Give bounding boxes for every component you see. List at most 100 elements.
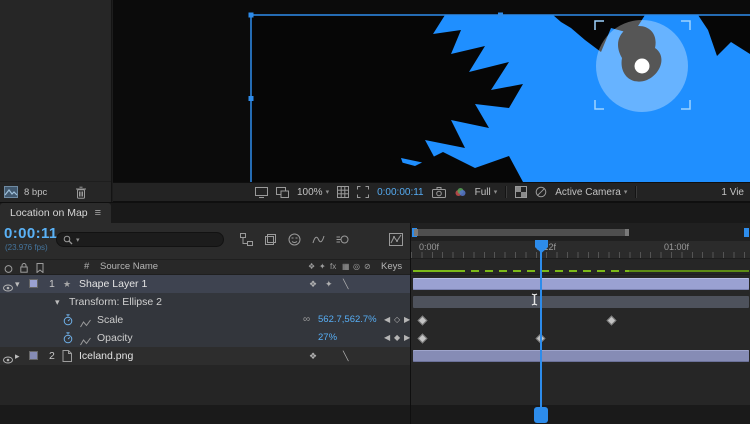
timeline-tab-bar: Location on Map ≡ [0, 203, 750, 223]
view-layout-value: 1 Vie [721, 187, 744, 198]
disclosure-triangle-icon[interactable]: ▾ [55, 293, 60, 311]
layer-duration-bar-iceland[interactable] [413, 350, 749, 362]
graph-editor-icon[interactable] [389, 233, 403, 246]
layer-duration-bar-shape-layer[interactable] [413, 278, 749, 290]
toolbar-divider [635, 186, 637, 198]
current-time-indicator-foot[interactable] [534, 407, 548, 423]
layer-name[interactable]: Shape Layer 1 [79, 275, 147, 293]
property-group-row[interactable]: ▾ Transform: Ellipse 2 [0, 293, 410, 311]
zoom-select[interactable]: 100% ▾ [297, 187, 329, 198]
add-keyframe-icon[interactable]: ◆ [394, 329, 400, 347]
disclosure-triangle-icon[interactable]: ▾ [15, 275, 20, 293]
chevron-down-icon: ▾ [76, 236, 80, 244]
current-time-indicator-line[interactable] [540, 251, 542, 407]
property-row-scale[interactable]: Scale ∞ 562.7,562.7% ◀ ◇ ▶ [0, 311, 410, 329]
collapse-transforms-icon[interactable]: ❖ [309, 347, 317, 365]
show-channels-icon[interactable] [454, 187, 467, 198]
layer-color-swatch[interactable] [29, 351, 38, 360]
track-header-strip [411, 259, 750, 275]
view-layout-select[interactable]: 1 Vie [721, 187, 744, 198]
layer-row-shape-layer-1[interactable]: ▾ 1 ★ Shape Layer 1 ❖ ✦ ╲ [0, 275, 410, 293]
opacity-value[interactable]: 27% [318, 329, 337, 347]
layer-number-column[interactable]: # [84, 260, 89, 274]
composition-viewport[interactable] [113, 0, 750, 182]
text-cursor-icon [530, 293, 539, 311]
panel-menu-icon[interactable]: ≡ [95, 207, 101, 219]
property-group-band [413, 296, 749, 308]
viewer-timecode[interactable]: 0:00:00:11 [377, 187, 424, 198]
timeline-column-headers: # Source Name ❖ ✦ fx ▦ ◎ ⊘ Keys [0, 259, 410, 275]
motion-blur-icon[interactable] [336, 233, 349, 246]
timeline-toolbar-icons [240, 233, 349, 246]
keyframe-opacity-1[interactable] [418, 334, 428, 344]
pixel-aspect-icon[interactable] [535, 186, 547, 198]
tab-title: Location on Map [10, 207, 88, 219]
resolution-select[interactable]: Full ▾ [475, 187, 498, 198]
link-dimensions-icon[interactable]: ∞ [303, 311, 310, 329]
composition-flowchart-icon[interactable] [240, 233, 253, 246]
preview-monitor-icon[interactable] [276, 187, 289, 198]
3d-column-icon[interactable]: ⊘ [364, 260, 371, 274]
chevron-down-icon: ▾ [624, 189, 628, 196]
work-area-end-handle[interactable] [625, 229, 629, 236]
preview-cache-dashed [457, 270, 629, 272]
region-of-interest-icon[interactable] [357, 186, 369, 198]
timeline-bottom-bar [0, 405, 410, 424]
pan-end-handle[interactable] [744, 228, 749, 237]
preview-cache-solid [413, 270, 457, 272]
fx-column-icon[interactable]: fx [330, 260, 336, 274]
search-input[interactable]: ▾ [56, 232, 224, 247]
quality-icon[interactable]: ✦ [325, 275, 333, 293]
layer-row-iceland[interactable]: ▸ 2 Iceland.png ❖ ╲ [0, 347, 410, 365]
trash-icon[interactable] [75, 186, 87, 199]
preview-cache-dim [629, 270, 749, 272]
property-row-opacity[interactable]: Opacity 27% ◀ ◆ ▶ [0, 329, 410, 347]
prev-keyframe-icon[interactable]: ◀ [384, 329, 390, 347]
main-monitor-icon[interactable] [255, 187, 268, 198]
search-icon [63, 235, 73, 245]
motion-blur-column-icon[interactable]: ◎ [353, 260, 360, 274]
current-time-display[interactable]: 0:00:11 [4, 225, 58, 242]
scale-value[interactable]: 562.7,562.7% [318, 311, 377, 329]
draft-3d-icon[interactable] [264, 233, 277, 246]
mask-column-icon[interactable]: ▦ [342, 260, 350, 274]
source-name-column[interactable]: Source Name [100, 260, 158, 274]
work-area-strip [411, 223, 750, 241]
timeline-controls: 0:00:11 (23.976 fps) ▾ [0, 223, 410, 259]
keyframe-scale-2[interactable] [607, 316, 617, 326]
keyframe-scale-1[interactable] [418, 316, 428, 326]
add-keyframe-icon[interactable]: ◇ [394, 311, 400, 329]
bit-depth-label[interactable]: 8 bpc [24, 187, 47, 198]
collapse-column-icon[interactable]: ❖ [308, 260, 315, 274]
project-thumbnail-icon[interactable] [4, 186, 18, 198]
property-group-label[interactable]: Transform: Ellipse 2 [69, 293, 162, 311]
grid-guides-icon[interactable] [337, 186, 349, 198]
fx-slash-icon[interactable]: ╲ [343, 347, 348, 365]
work-area-bar[interactable] [414, 229, 629, 236]
prev-keyframe-icon[interactable]: ◀ [384, 311, 390, 329]
snapshot-camera-icon[interactable] [432, 187, 446, 198]
keys-column[interactable]: Keys [381, 260, 402, 274]
after-effects-window: 8 bpc [0, 0, 750, 424]
shy-icon[interactable] [288, 233, 301, 246]
layer-color-swatch[interactable] [29, 279, 38, 288]
framerate-label: (23.976 fps) [5, 243, 48, 252]
ruler-label-2: 01:00f [664, 242, 689, 252]
project-panel: 8 bpc [0, 0, 112, 202]
collapse-transforms-icon[interactable]: ❖ [309, 275, 317, 293]
tab-location-on-map[interactable]: Location on Map ≡ [0, 203, 111, 223]
time-ruler[interactable]: 0:00f 0:12f 01:00f [411, 241, 750, 259]
project-panel-footer: 8 bpc [0, 181, 111, 202]
disclosure-triangle-icon[interactable]: ▸ [15, 347, 20, 365]
fx-slash-icon[interactable]: ╲ [343, 275, 348, 293]
quality-column-icon[interactable]: ✦ [319, 260, 326, 274]
frame-blend-icon[interactable] [312, 233, 325, 246]
work-area-start-handle[interactable] [414, 229, 418, 236]
view-select[interactable]: Active Camera ▾ [555, 187, 627, 198]
timeline-track-area[interactable]: 0:00f 0:12f 01:00f [410, 223, 750, 424]
scale-label[interactable]: Scale [97, 311, 123, 329]
layer-name[interactable]: Iceland.png [79, 347, 133, 365]
viewer-toolbar: 100% ▾ 0:00:00:11 Full ▾ [113, 182, 750, 202]
opacity-label[interactable]: Opacity [97, 329, 133, 347]
transparency-grid-icon[interactable] [515, 186, 527, 198]
